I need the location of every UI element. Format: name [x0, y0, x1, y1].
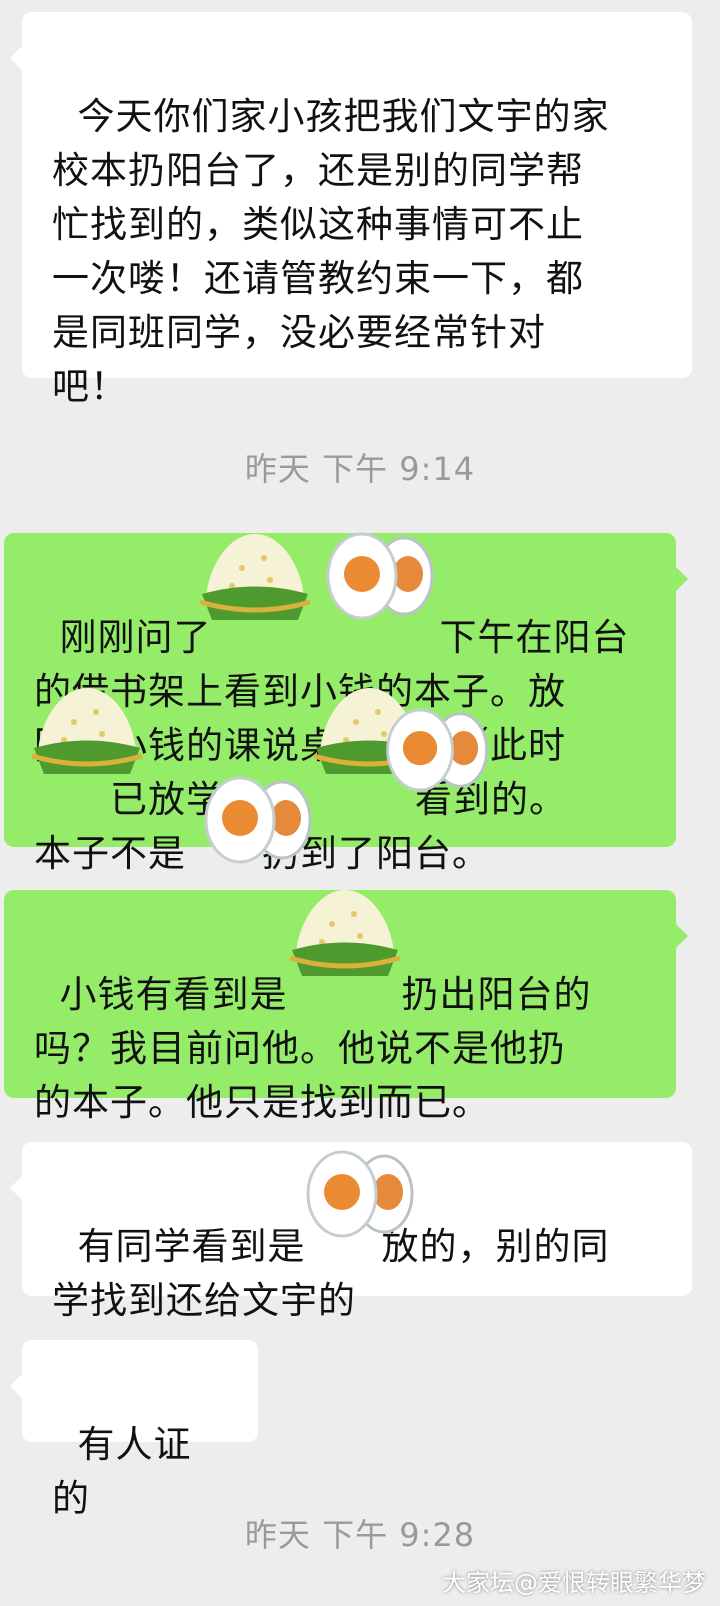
rice-dumpling-icon — [289, 890, 401, 976]
salted-egg-icon — [306, 1150, 414, 1238]
salted-egg-icon — [204, 776, 312, 864]
rice-dumpling-icon — [199, 534, 311, 620]
message-text: 小钱有看到是 扔出阳台的 吗？我目前问他。他说不是他扔 的本子。他只是找到而已。 — [34, 973, 592, 1124]
salted-egg-icon — [326, 532, 434, 620]
salted-egg-icon — [386, 708, 489, 792]
rice-dumpling-icon — [31, 688, 143, 774]
message-text: 有人证的 — [52, 1423, 192, 1520]
timestamp: 昨天 下午 9:14 — [244, 450, 476, 488]
watermark: 大家坛@爱恨转眼繁华梦 — [442, 1569, 706, 1597]
message-bubble-incoming[interactable]: 有人证的 — [10, 1340, 258, 1520]
message-text: 今天你们家小孩把我们文宇的家 校本扔阳台了，还是别的同学帮 忙找到的，类似这种事… — [52, 95, 610, 408]
timestamp: 昨天 下午 9:28 — [244, 1516, 476, 1554]
message-bubble-incoming[interactable]: 今天你们家小孩把我们文宇的家 校本扔阳台了，还是别的同学帮 忙找到的，类似这种事… — [10, 12, 692, 408]
